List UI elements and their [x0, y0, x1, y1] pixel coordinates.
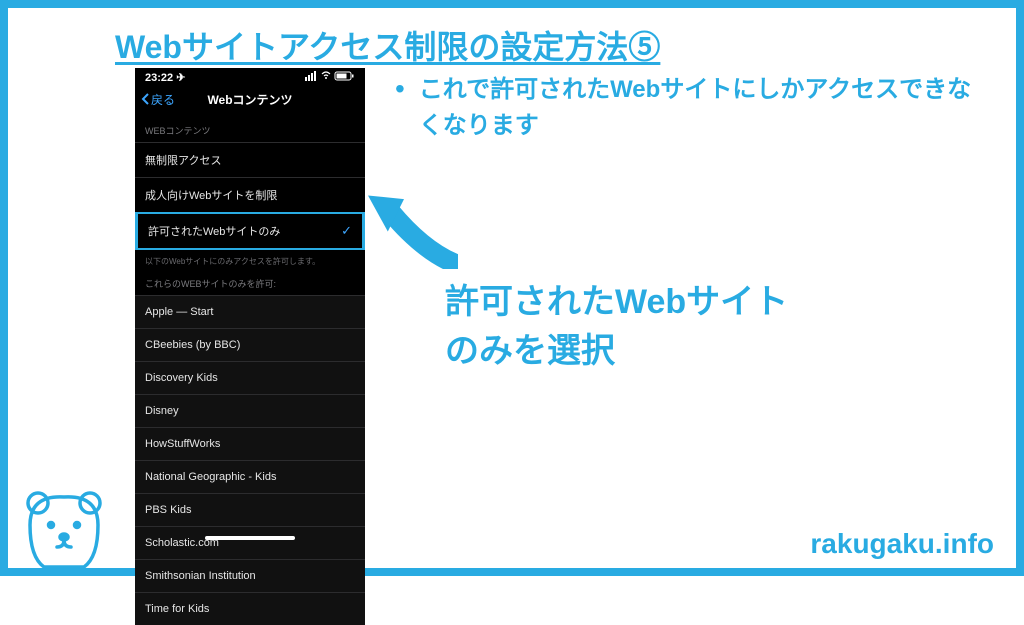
callout-text: 許可されたWebサイトのみを選択	[445, 278, 788, 377]
option-footnote: 以下のWebサイトにのみアクセスを許可します。	[135, 250, 365, 267]
list-item[interactable]: Apple — Start	[135, 295, 365, 328]
check-icon: ✓	[341, 223, 352, 239]
home-indicator	[205, 536, 295, 540]
list-item[interactable]: PBS Kids	[135, 493, 365, 526]
option-limit-adult[interactable]: 成人向けWebサイトを制限	[135, 177, 365, 212]
chevron-left-icon	[141, 93, 149, 105]
section-header-allowed: これらのWEBサイトのみを許可:	[135, 267, 365, 295]
list-item[interactable]: CBeebies (by BBC)	[135, 328, 365, 361]
back-label: 戻る	[151, 91, 175, 108]
nav-bar: 戻る Webコンテンツ	[135, 84, 365, 114]
arrow-icon	[368, 194, 458, 269]
watermark: rakugaku.info	[810, 528, 994, 560]
list-item[interactable]: HowStuffWorks	[135, 427, 365, 460]
list-item[interactable]: Discovery Kids	[135, 361, 365, 394]
option-allowed-only[interactable]: 許可されたWebサイトのみ ✓	[135, 212, 365, 250]
bullet-point: • これで許可されたWebサイトにしかアクセスできなくなります	[395, 72, 979, 144]
phone-screenshot: 23:22 ✈ 戻る Webコンテンツ WEBコンテンツ 無制限アクセス 成人向…	[135, 68, 365, 544]
bear-logo-icon	[14, 485, 114, 570]
list-item[interactable]: Time for Kids	[135, 592, 365, 625]
section-header: WEBコンテンツ	[135, 114, 365, 142]
page-title: Webサイトアクセス制限の設定方法⑤	[115, 22, 660, 68]
list-item[interactable]: National Geographic - Kids	[135, 460, 365, 493]
back-button[interactable]: 戻る	[141, 91, 175, 108]
status-bar: 23:22 ✈	[135, 68, 365, 84]
nav-title: Webコンテンツ	[207, 91, 292, 108]
status-time: 23:22 ✈	[145, 71, 185, 84]
list-item[interactable]: Scholastic.com	[135, 526, 365, 559]
status-icons	[305, 71, 355, 84]
bullet-marker: •	[395, 72, 405, 144]
list-item[interactable]: Disney	[135, 394, 365, 427]
bullet-text: これで許可されたWebサイトにしかアクセスできなくなります	[419, 72, 979, 144]
option-unlimited[interactable]: 無制限アクセス	[135, 142, 365, 177]
